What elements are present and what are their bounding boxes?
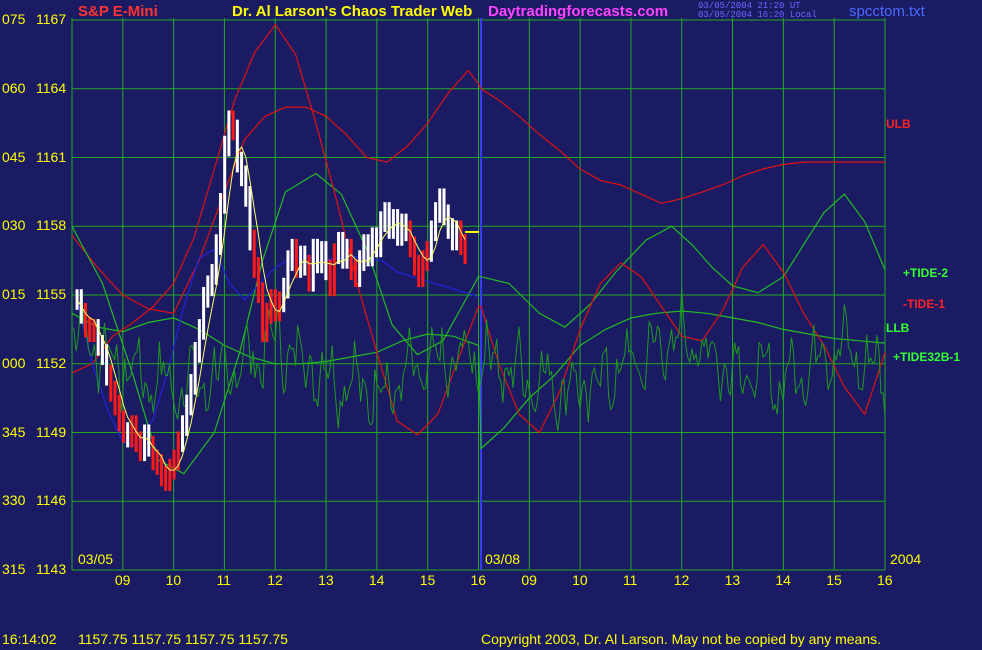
series-label-ulb: ULB [886,117,911,131]
website-label: Daytradingforecasts.com [488,3,669,20]
y-tick-label: 045 [2,148,26,165]
y-tick-label: 015 [2,286,26,302]
filename-label: spcctom.txt [849,3,925,20]
footer-quote: 1157.75 1157.75 1157.75 1157.75 [78,631,288,647]
y-tick-label: 000 [2,354,26,371]
y-price-label: 1167 [36,11,67,27]
y-tick-label: 060 [2,79,26,96]
y-tick-label: 315 [2,561,26,577]
y-tick-label: 345 [2,423,26,440]
series-label-tide1: -TIDE-1 [903,297,945,311]
instrument-label: S&P E-Mini [78,3,158,20]
chart-title: Dr. Al Larson's Chaos Trader Web [232,3,473,20]
date-label-year: 2004 [890,551,922,567]
x-tick-label: 15 [419,572,436,588]
x-tick-label: 16 [470,572,487,588]
footer-copyright: Copyright 2003, Dr. Al Larson. May not b… [481,631,882,647]
x-tick-label: 14 [368,572,385,588]
x-tick-label: 11 [216,572,231,588]
series-label-tide2: +TIDE-2 [903,266,949,280]
timestamp-local: 03/05/2004 16:20 Local [698,10,817,20]
y-price-label: 1155 [36,286,67,302]
y-price-label: 1143 [36,561,67,577]
y-tick-label: 075 [2,11,26,27]
x-tick-label: 16 [877,572,893,588]
y-tick-label: 330 [2,492,26,509]
y-price-label: 1158 [36,217,67,234]
x-tick-label: 09 [114,572,131,588]
date-label-mid: 03/08 [485,551,521,567]
y-price-label: 1149 [36,423,67,440]
series-label-llb: LLB [886,321,910,335]
x-tick-label: 09 [521,572,537,588]
y-price-label: 1152 [36,354,67,371]
x-tick-label: 15 [826,572,842,588]
y-tick-label: 030 [2,217,26,234]
y-price-label: 1146 [36,492,67,509]
x-tick-label: 12 [673,572,690,588]
footer-time: 16:14:02 [2,631,57,647]
x-tick-label: 10 [572,572,588,588]
y-price-label: 1161 [36,148,67,165]
x-tick-label: 11 [622,572,638,588]
x-tick-label: 10 [165,572,182,588]
x-tick-label: 14 [775,572,791,588]
y-price-label: 1164 [36,79,67,96]
series-label-tide32b: +TIDE32B-1 [893,350,961,364]
date-label-left: 03/05 [78,551,114,567]
x-tick-label: 13 [318,572,334,588]
x-tick-label: 13 [724,572,741,588]
x-tick-label: 12 [267,572,283,588]
